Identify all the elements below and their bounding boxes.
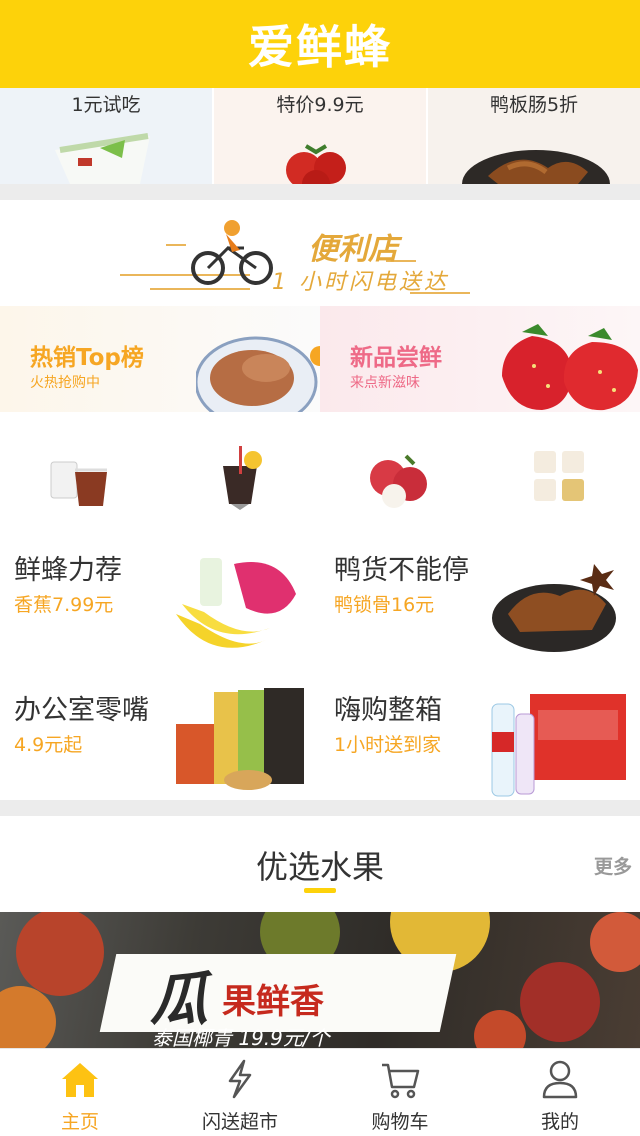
tab-profile[interactable]: 我的 (480, 1049, 640, 1136)
fruit-banner[interactable]: 瓜 果鲜香 泰国椰青 19.9元/个 (0, 912, 640, 1048)
feature-subtitle: 来点新滋味 (350, 375, 420, 391)
feature-subtitle: 火热抢购中 (30, 375, 100, 391)
category-bulk-buy[interactable]: 嗨购整箱 1小时送到家 (320, 684, 640, 814)
duck-neck-image (492, 564, 616, 652)
quick-item-milk-tea[interactable] (0, 412, 160, 542)
yogurt-cup-image (55, 133, 150, 184)
fruit-banner-price: 泰国椰青 19.9元/个 (152, 1026, 330, 1048)
category-title: 嗨购整箱 (334, 695, 442, 726)
section-title: 优选水果 (255, 848, 384, 886)
quick-item-more[interactable] (480, 412, 640, 542)
promo-trial[interactable]: 1元试吃 (0, 88, 214, 184)
category-subtitle: 4.9元起 (14, 734, 83, 756)
grid-menu-icon (534, 451, 584, 501)
milk-tea-icon (50, 461, 107, 506)
meat-plate-image (196, 336, 320, 412)
more-link[interactable]: 更多 (594, 852, 632, 879)
section-underline (304, 888, 336, 893)
snacks-image (176, 688, 304, 790)
user-icon (542, 1060, 578, 1099)
new-products-tile[interactable]: 新品尝鲜 来点新滋味 (320, 306, 640, 412)
quick-item-iced-drink[interactable] (160, 412, 320, 542)
category-title: 办公室零嘴 (14, 695, 149, 726)
hot-sales-tile[interactable]: 热销Top榜 火热抢购中 (0, 306, 320, 412)
water-box-image (491, 694, 626, 797)
lightning-icon (228, 1059, 252, 1099)
speed-line (166, 244, 186, 246)
quick-item-lychee[interactable] (320, 412, 480, 542)
app-header: 爱鲜蜂 (0, 0, 640, 88)
tab-label: 闪送超市 (201, 1111, 278, 1133)
category-subtitle: 鸭锁骨16元 (334, 594, 435, 616)
fruit-section-header: 优选水果 更多 (0, 816, 640, 912)
cart-icon (382, 1063, 420, 1099)
strawberry-image (502, 324, 638, 411)
promo-special-price[interactable]: 特价9.9元 (214, 88, 428, 184)
bottom-tab-bar: 主页 闪送超市 购物车 我的 (0, 1048, 640, 1136)
quick-category-row (0, 412, 640, 542)
tab-label: 我的 (540, 1111, 579, 1133)
iced-drink-icon (223, 446, 262, 510)
category-office-snacks[interactable]: 办公室零嘴 4.9元起 (0, 684, 320, 814)
tab-cart[interactable]: 购物车 (320, 1049, 480, 1136)
speed-line (150, 288, 250, 290)
app-title: 爱鲜蜂 (248, 20, 392, 74)
tomato-image (286, 144, 346, 184)
promo-strip: 1元试吃 特价9.9元 鸭板肠5折 (0, 88, 640, 184)
home-icon (62, 1063, 98, 1097)
tab-flash-market[interactable]: 闪送超市 (160, 1049, 320, 1136)
store-banner[interactable]: 便利店 1 小时闪电送达 (0, 200, 640, 306)
fruit-banner-title: 果鲜香 (222, 982, 324, 1022)
duck-snack-image (462, 150, 610, 184)
category-recommend[interactable]: 鲜蜂力荐 香蕉7.99元 (0, 544, 320, 674)
category-title: 鸭货不能停 (334, 555, 469, 586)
category-title: 鲜蜂力荐 (14, 555, 122, 586)
store-title: 便利店 (308, 232, 398, 267)
divider (0, 184, 640, 200)
promo-duck-discount[interactable]: 鸭板肠5折 (428, 88, 640, 184)
feature-title: 热销Top榜 (30, 345, 144, 371)
category-subtitle: 1小时送到家 (334, 734, 442, 756)
delivery-bike-icon (191, 220, 273, 285)
lychee-icon (370, 454, 427, 508)
category-duck[interactable]: 鸭货不能停 鸭锁骨16元 (320, 544, 640, 674)
banana-image (176, 558, 296, 648)
tab-home[interactable]: 主页 (0, 1049, 160, 1136)
category-subtitle: 香蕉7.99元 (14, 594, 114, 616)
store-subtitle: 1 小时闪电送达 (272, 270, 449, 295)
tab-label: 购物车 (371, 1111, 429, 1133)
feature-title: 新品尝鲜 (350, 345, 442, 371)
divider (0, 800, 640, 816)
tab-label: 主页 (60, 1111, 99, 1133)
